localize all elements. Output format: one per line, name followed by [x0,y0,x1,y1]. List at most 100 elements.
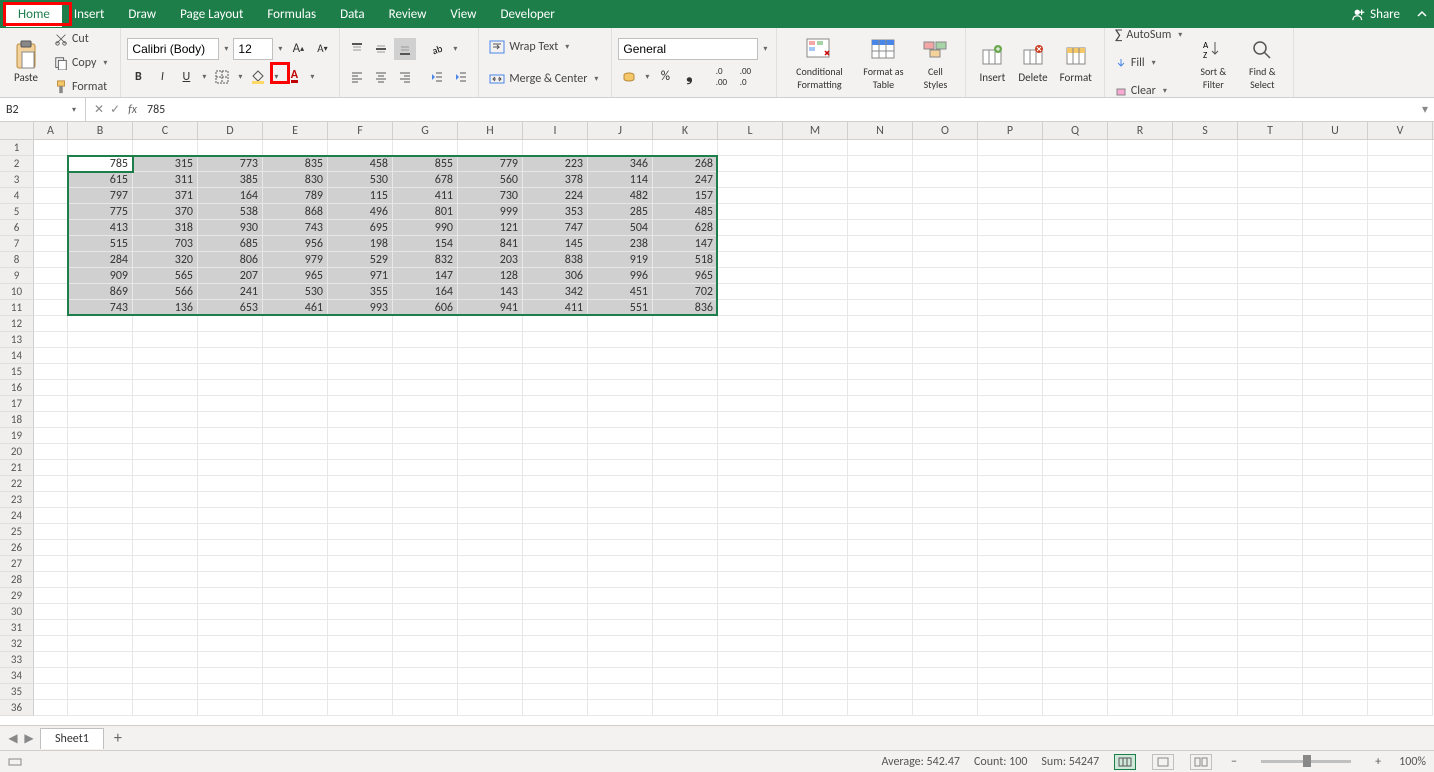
cell[interactable] [653,524,718,540]
cell[interactable] [848,396,913,412]
cell[interactable] [783,140,848,156]
cell[interactable] [198,332,263,348]
cell[interactable] [1303,364,1368,380]
cell[interactable] [913,140,978,156]
cell[interactable] [1173,524,1238,540]
cell[interactable] [1173,188,1238,204]
cell[interactable] [1238,284,1303,300]
cell[interactable] [978,284,1043,300]
column-header[interactable]: E [263,122,328,139]
cell[interactable] [198,316,263,332]
cell[interactable] [848,428,913,444]
cell[interactable]: 560 [458,172,523,188]
cell[interactable] [1108,572,1173,588]
format-painter-button[interactable]: Format [50,78,114,96]
cell[interactable] [783,332,848,348]
cell[interactable] [718,572,783,588]
cell[interactable] [328,444,393,460]
cell[interactable]: 835 [263,156,328,172]
cell[interactable] [68,572,133,588]
cell[interactable] [1173,268,1238,284]
cell[interactable] [978,236,1043,252]
cell[interactable] [328,636,393,652]
cell[interactable] [913,172,978,188]
cell[interactable] [1043,204,1108,220]
cell[interactable] [68,380,133,396]
cell[interactable] [133,396,198,412]
normal-view-button[interactable] [1114,754,1136,770]
cell[interactable]: 801 [393,204,458,220]
ribbon-tab-formulas[interactable]: Formulas [255,2,328,27]
cell[interactable] [1173,620,1238,636]
ribbon-tab-data[interactable]: Data [328,2,377,27]
cell[interactable] [1108,428,1173,444]
cell[interactable]: 203 [458,252,523,268]
cell[interactable] [34,620,68,636]
cell[interactable] [978,572,1043,588]
cell[interactable] [653,620,718,636]
cell[interactable] [718,204,783,220]
cell[interactable] [34,236,68,252]
cell[interactable] [263,492,328,508]
cell[interactable] [1108,412,1173,428]
cell[interactable] [1043,588,1108,604]
cell[interactable] [458,508,523,524]
cell[interactable]: 830 [263,172,328,188]
cell[interactable] [458,540,523,556]
cell[interactable] [718,636,783,652]
cell[interactable] [458,588,523,604]
cell[interactable] [653,668,718,684]
cell[interactable] [1043,156,1108,172]
cell[interactable] [263,540,328,556]
cell[interactable] [588,316,653,332]
cell[interactable] [1368,652,1433,668]
cell[interactable] [393,508,458,524]
cell[interactable] [458,364,523,380]
cell[interactable] [1108,380,1173,396]
cell[interactable] [1173,316,1238,332]
cell[interactable] [1173,460,1238,476]
cell[interactable] [783,220,848,236]
cell[interactable] [458,492,523,508]
italic-button[interactable]: I [151,66,173,88]
cell[interactable] [1368,492,1433,508]
clear-button[interactable]: Clear▾ [1111,78,1189,104]
cell[interactable] [783,204,848,220]
cell[interactable]: 311 [133,172,198,188]
cell[interactable] [1303,684,1368,700]
delete-cells-button[interactable]: Delete [1012,39,1053,86]
cell[interactable] [1108,636,1173,652]
cell[interactable] [653,444,718,460]
column-header[interactable]: F [328,122,393,139]
cell[interactable] [133,540,198,556]
row-header[interactable]: 2 [0,156,34,172]
cell[interactable] [1108,284,1173,300]
cell[interactable] [1238,204,1303,220]
cell[interactable] [1368,684,1433,700]
cell[interactable] [68,428,133,444]
cell[interactable] [263,556,328,572]
cell[interactable] [653,460,718,476]
cell[interactable] [653,556,718,572]
cell[interactable]: 606 [393,300,458,316]
cell[interactable] [848,316,913,332]
cell[interactable] [1043,604,1108,620]
cell[interactable] [523,604,588,620]
cell[interactable] [1043,364,1108,380]
cell[interactable]: 702 [653,284,718,300]
column-header[interactable]: A [34,122,68,139]
cell[interactable] [653,684,718,700]
cell[interactable] [133,444,198,460]
cell[interactable] [263,316,328,332]
cell[interactable] [1173,156,1238,172]
cell[interactable] [34,364,68,380]
cell[interactable] [783,556,848,572]
cell[interactable]: 530 [263,284,328,300]
cell[interactable] [978,636,1043,652]
cell[interactable] [263,508,328,524]
cell[interactable] [1173,668,1238,684]
autosum-button[interactable]: ∑AutoSum▾ [1111,22,1189,48]
cell[interactable] [1238,636,1303,652]
cell[interactable] [588,412,653,428]
cell[interactable] [523,476,588,492]
